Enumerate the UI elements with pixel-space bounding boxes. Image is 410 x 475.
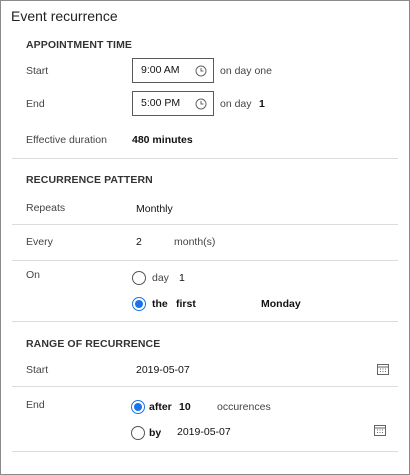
effective-duration-value: 480 minutes <box>132 134 193 146</box>
start-time-input[interactable]: 9:00 AM <box>132 58 214 83</box>
range-end-label: End <box>26 399 45 411</box>
appointment-start-label: Start <box>26 65 49 77</box>
section-divider <box>12 451 398 452</box>
event-recurrence-dialog: Event recurrence APPOINTMENT TIME Start … <box>0 0 410 475</box>
repeats-select[interactable]: Monthly <box>136 203 173 215</box>
on-the-radio[interactable] <box>132 297 146 311</box>
appointment-end-label: End <box>26 98 45 110</box>
end-after-label: after <box>149 401 172 413</box>
on-day-value[interactable]: 1 <box>179 272 185 284</box>
weekday-select[interactable]: Monday <box>261 298 301 310</box>
range-start-date[interactable]: 2019-05-07 <box>136 364 190 376</box>
range-start-label: Start <box>26 364 49 376</box>
calendar-icon[interactable] <box>374 424 386 436</box>
dialog-title: Event recurrence <box>11 8 118 24</box>
clock-icon[interactable] <box>195 98 207 110</box>
end-by-date[interactable]: 2019-05-07 <box>177 426 231 438</box>
on-day-radio[interactable] <box>132 271 146 285</box>
row-divider <box>12 224 398 225</box>
on-label: On <box>26 269 41 281</box>
every-label: Every <box>26 236 53 248</box>
on-day-option-label: day <box>152 272 169 284</box>
effective-duration-label: Effective duration <box>26 134 107 146</box>
appointment-time-heading: APPOINTMENT TIME <box>26 39 133 51</box>
calendar-icon[interactable] <box>377 363 389 375</box>
start-day-suffix: on day one <box>220 65 272 77</box>
on-the-option-label: the <box>152 298 168 310</box>
every-unit: month(s) <box>174 236 216 248</box>
every-input[interactable]: 2 <box>136 236 142 248</box>
end-time-input[interactable]: 5:00 PM <box>132 91 214 116</box>
row-divider <box>12 386 398 387</box>
recurrence-pattern-heading: RECURRENCE PATTERN <box>26 174 153 186</box>
repeats-label: Repeats <box>26 202 66 214</box>
end-time-value: 5:00 PM <box>141 97 181 109</box>
ordinal-select[interactable]: first <box>176 298 196 310</box>
row-divider <box>12 260 398 261</box>
range-of-recurrence-heading: RANGE OF RECURRENCE <box>26 338 161 350</box>
start-time-value: 9:00 AM <box>141 64 180 76</box>
occurrence-count-input[interactable]: 10 <box>179 401 191 413</box>
end-by-label: by <box>149 427 162 439</box>
end-by-radio[interactable] <box>131 426 145 440</box>
clock-icon[interactable] <box>195 65 207 77</box>
end-day-suffix: on day <box>220 98 252 110</box>
section-divider <box>12 158 398 159</box>
occurrence-unit: occurences <box>217 401 271 413</box>
end-day-value[interactable]: 1 <box>259 98 265 110</box>
section-divider <box>12 321 398 322</box>
end-after-radio[interactable] <box>131 400 145 414</box>
